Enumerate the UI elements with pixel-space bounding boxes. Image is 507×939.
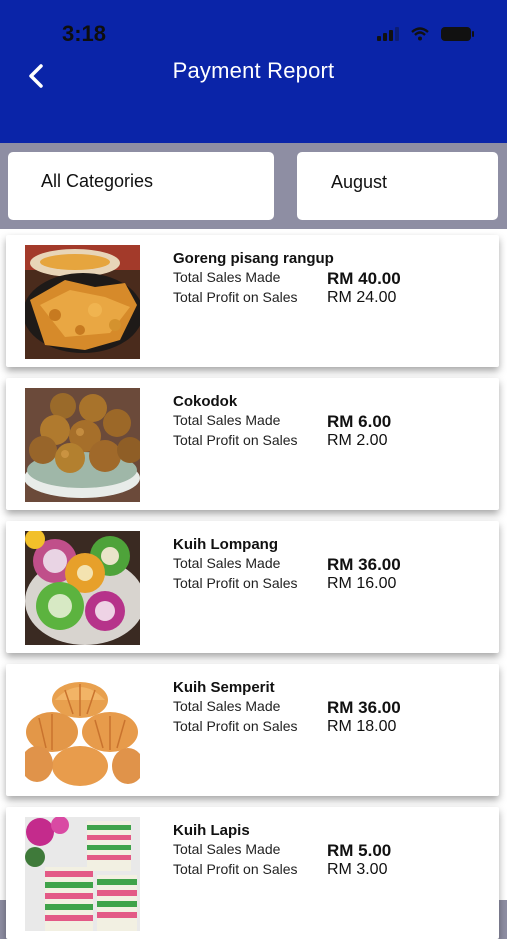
food-image — [25, 674, 140, 788]
profit-value: RM 24.00 — [327, 289, 397, 306]
status-icons — [377, 26, 474, 42]
wifi-icon — [411, 27, 429, 41]
profit-label: Total Profit on Sales — [173, 289, 298, 305]
profit-label: Total Profit on Sales — [173, 718, 298, 734]
food-image — [25, 388, 140, 502]
page-title: Payment Report — [172, 58, 335, 83]
item-name: Goreng pisang rangup — [173, 250, 334, 267]
profit-value: RM 18.00 — [327, 718, 397, 735]
sales-value: RM 5.00 — [327, 841, 392, 860]
profit-label: Total Profit on Sales — [173, 575, 298, 591]
item-name: Kuih Lompang — [173, 536, 278, 553]
sales-label: Total Sales Made — [173, 412, 281, 428]
food-image — [25, 531, 140, 645]
status-time: 3:18 — [62, 21, 107, 46]
sales-value: RM 6.00 — [327, 412, 392, 431]
profit-value: RM 2.00 — [327, 432, 388, 449]
list-item[interactable]: Kuih Lapis Total Sales Made Total Profit… — [6, 807, 499, 939]
signal-icon — [377, 27, 399, 41]
list-item[interactable]: Goreng pisang rangup Total Sales Made To… — [6, 235, 499, 367]
app-header: 3:18 Payment Report — [0, 0, 507, 143]
battery-icon — [441, 27, 474, 41]
sales-label: Total Sales Made — [173, 269, 281, 285]
item-name: Kuih Lapis — [173, 822, 250, 839]
sales-value: RM 36.00 — [327, 555, 401, 574]
list-item[interactable]: Kuih Lompang Total Sales Made Total Prof… — [6, 521, 499, 653]
category-filter[interactable]: All Categories — [8, 152, 274, 220]
sales-value: RM 40.00 — [327, 269, 401, 288]
sales-label: Total Sales Made — [173, 555, 281, 571]
sales-label: Total Sales Made — [173, 698, 281, 714]
profit-label: Total Profit on Sales — [173, 432, 298, 448]
list-item[interactable]: Cokodok Total Sales Made Total Profit on… — [6, 378, 499, 510]
profit-label: Total Profit on Sales — [173, 861, 298, 877]
item-name: Kuih Semperit — [173, 679, 275, 696]
food-image — [25, 817, 140, 931]
sales-value: RM 36.00 — [327, 698, 401, 717]
month-filter[interactable]: August — [297, 152, 498, 220]
profit-value: RM 3.00 — [327, 861, 388, 878]
item-name: Cokodok — [173, 393, 238, 410]
list-item[interactable]: Kuih Semperit Total Sales Made Total Pro… — [6, 664, 499, 796]
sales-label: Total Sales Made — [173, 841, 281, 857]
payment-list[interactable]: Goreng pisang rangup Total Sales Made To… — [0, 229, 507, 939]
food-image — [25, 245, 140, 359]
profit-value: RM 16.00 — [327, 575, 397, 592]
